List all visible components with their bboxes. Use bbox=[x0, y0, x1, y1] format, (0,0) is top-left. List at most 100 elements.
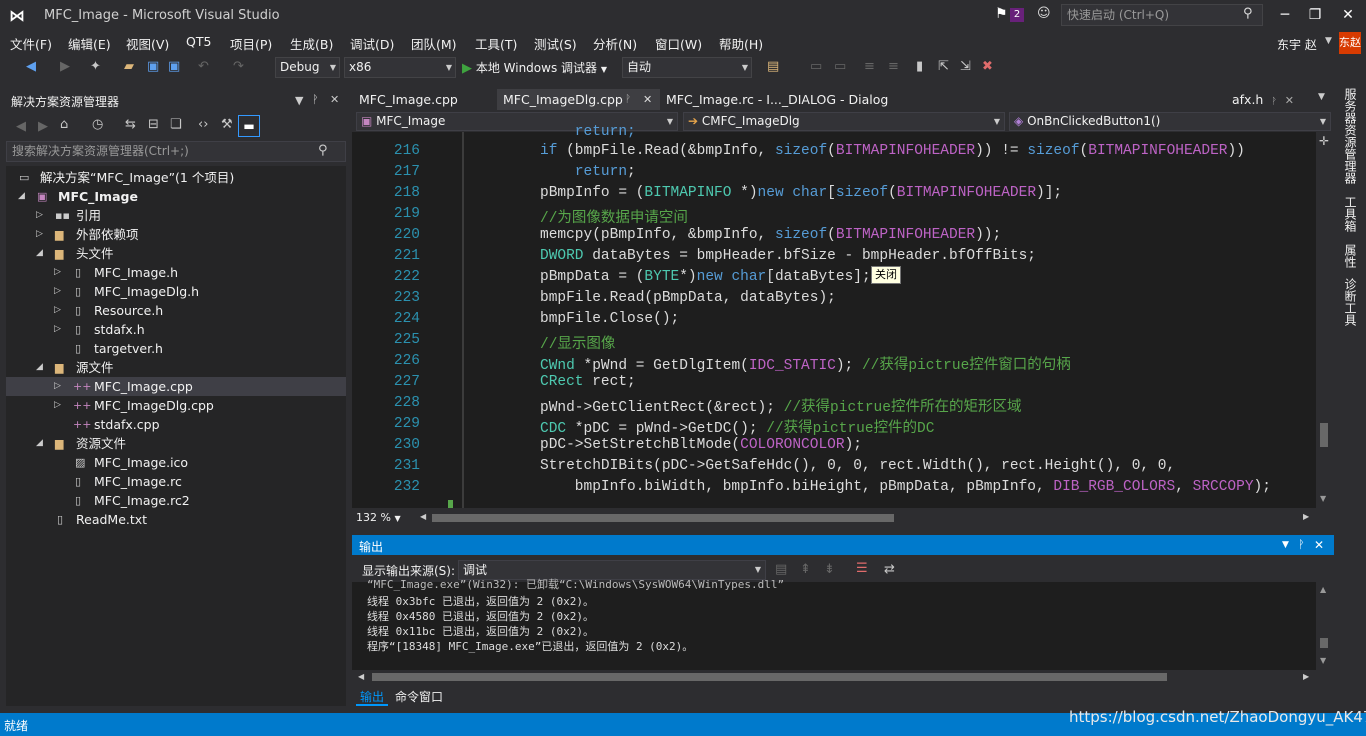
menu-build[interactable]: 生成(B) bbox=[290, 34, 333, 53]
menu-debug[interactable]: 调试(D) bbox=[350, 34, 394, 53]
pin-icon[interactable]: ᚹ bbox=[1298, 538, 1305, 551]
search-icon[interactable]: ⚲ bbox=[1243, 6, 1253, 21]
collapse-arrow-icon[interactable]: ▷ bbox=[36, 225, 43, 244]
prev-message-icon[interactable]: ⇞ bbox=[800, 562, 811, 577]
home-icon[interactable]: ⌂ bbox=[60, 117, 68, 132]
indent-icon[interactable]: ≡ bbox=[888, 59, 899, 74]
tree-item-file[interactable]: ▷ ▯ MFC_Image.h bbox=[6, 263, 346, 282]
tree-item-file[interactable]: ▯ MFC_Image.rc bbox=[6, 472, 346, 491]
member-select[interactable]: ◈ OnBnClickedButton1() ▼ bbox=[1009, 112, 1331, 131]
tree-item-file[interactable]: ▷ ▯ stdafx.h bbox=[6, 320, 346, 339]
scrollbar-thumb[interactable] bbox=[372, 673, 1167, 681]
clear-bookmarks-icon[interactable]: ✖ bbox=[982, 59, 993, 74]
expand-arrow-icon[interactable]: ◢ bbox=[18, 187, 25, 206]
platform-select[interactable]: x86 ▼ bbox=[344, 57, 456, 78]
outdent-icon[interactable]: ≡ bbox=[864, 59, 875, 74]
split-icon[interactable]: ✛ bbox=[1319, 134, 1329, 148]
scroll-up-icon[interactable]: ▲ bbox=[1320, 585, 1326, 594]
save-all-icon[interactable]: ▣ bbox=[168, 59, 180, 74]
show-all-files-icon[interactable]: ❏ bbox=[170, 117, 182, 132]
menu-test[interactable]: 测试(S) bbox=[534, 34, 577, 53]
collapse-arrow-icon[interactable]: ▷ bbox=[36, 206, 43, 225]
zoom-level[interactable]: 132 % ▼ bbox=[356, 511, 401, 524]
start-debugging-button[interactable]: ▶ 本地 Windows 调试器 ▼ bbox=[462, 59, 607, 76]
menu-team[interactable]: 团队(M) bbox=[411, 34, 457, 53]
solution-search-input[interactable]: 搜索解决方案资源管理器(Ctrl+;) bbox=[6, 141, 346, 162]
forward-icon[interactable]: ▶ bbox=[38, 119, 48, 134]
feedback-icon[interactable]: ☺ bbox=[1037, 6, 1051, 21]
tab-diagnostic-tools[interactable]: 诊断工具 bbox=[1342, 278, 1359, 326]
forward-icon[interactable]: ▶ bbox=[60, 59, 70, 74]
tab-mfc-image-cpp[interactable]: MFC_Image.cpp bbox=[353, 89, 464, 110]
undo-icon[interactable]: ↶ bbox=[198, 59, 209, 74]
scroll-left-icon[interactable]: ◀ bbox=[358, 672, 364, 681]
restore-button[interactable]: ❐ bbox=[1300, 4, 1330, 26]
tree-item-file[interactable]: ▷ ++ MFC_ImageDlg.cpp bbox=[6, 396, 346, 415]
tree-item-file[interactable]: ▯ targetver.h bbox=[6, 339, 346, 358]
tab-command-window[interactable]: 命令窗口 bbox=[391, 688, 447, 706]
tree-item-header-files[interactable]: ◢ ▆ 头文件 bbox=[6, 244, 346, 263]
close-window-button[interactable]: ✕ bbox=[1333, 4, 1363, 26]
tab-properties[interactable]: 属性 bbox=[1342, 244, 1359, 268]
panel-menu-icon[interactable]: ▼ bbox=[295, 94, 303, 107]
back-icon[interactable]: ◀ bbox=[16, 119, 26, 134]
pin-icon[interactable]: ᚹ bbox=[312, 93, 319, 106]
pin-icon[interactable]: ᚹ bbox=[1271, 97, 1276, 107]
tree-item-project[interactable]: ◢ ▣ MFC_Image bbox=[6, 187, 346, 206]
back-icon[interactable]: ◀ bbox=[26, 59, 36, 74]
find-in-files-icon[interactable]: ▤ bbox=[767, 59, 779, 74]
tree-item-resource-files[interactable]: ◢ ▆ 资源文件 bbox=[6, 434, 346, 453]
uncomment-icon[interactable]: ▭ bbox=[834, 59, 846, 74]
collapse-arrow-icon[interactable]: ▷ bbox=[54, 263, 61, 282]
bookmark-icon[interactable]: ▮ bbox=[916, 59, 923, 74]
menu-file[interactable]: 文件(F) bbox=[10, 34, 52, 53]
preview-selected-icon[interactable]: ▬ bbox=[238, 115, 260, 137]
collapse-all-icon[interactable]: ⊟ bbox=[148, 117, 159, 132]
notification-flag-icon[interactable]: ⚑ bbox=[995, 6, 1008, 22]
close-icon[interactable]: ✕ bbox=[1285, 94, 1294, 107]
collapse-arrow-icon[interactable]: ▷ bbox=[54, 396, 61, 415]
panel-menu-icon[interactable]: ▼ bbox=[1282, 540, 1289, 550]
close-icon[interactable]: ✕ bbox=[643, 89, 652, 110]
chevron-down-icon[interactable]: ▼ bbox=[1325, 36, 1332, 46]
notification-count-badge[interactable]: 2 bbox=[1010, 8, 1024, 22]
save-icon[interactable]: ▣ bbox=[147, 59, 159, 74]
tree-item-source-files[interactable]: ◢ ▆ 源文件 bbox=[6, 358, 346, 377]
user-name[interactable]: 东宇 赵 bbox=[1277, 36, 1317, 53]
minimize-button[interactable]: ─ bbox=[1270, 4, 1300, 26]
close-icon[interactable]: ✕ bbox=[1314, 538, 1324, 552]
tree-item-file[interactable]: ▷ ▯ MFC_ImageDlg.h bbox=[6, 282, 346, 301]
scroll-right-icon[interactable]: ▶ bbox=[1303, 672, 1309, 681]
history-icon[interactable]: ◷ bbox=[92, 117, 103, 132]
scroll-right-icon[interactable]: ▶ bbox=[1303, 512, 1309, 521]
tab-afx-h[interactable]: afx.h ᚹ ✕ bbox=[1226, 89, 1300, 110]
tab-toolbox[interactable]: 工具箱 bbox=[1342, 196, 1359, 232]
tab-server-explorer[interactable]: 服务器资源管理器 bbox=[1342, 88, 1359, 184]
tree-item-solution[interactable]: ▭ 解决方案“MFC_Image”(1 个项目) bbox=[6, 168, 346, 187]
tree-item-file[interactable]: ▯ ReadMe.txt bbox=[6, 510, 346, 529]
menu-project[interactable]: 项目(P) bbox=[230, 34, 272, 53]
next-message-icon[interactable]: ⇟ bbox=[824, 562, 835, 577]
collapse-arrow-icon[interactable]: ▷ bbox=[54, 301, 61, 320]
collapse-arrow-icon[interactable]: ▷ bbox=[54, 320, 61, 339]
tree-item-external-deps[interactable]: ▷ ▆ 外部依赖项 bbox=[6, 225, 346, 244]
redo-icon[interactable]: ↷ bbox=[233, 59, 244, 74]
configuration-select[interactable]: Debug ▼ bbox=[275, 57, 340, 78]
scrollbar-thumb[interactable] bbox=[1320, 638, 1328, 648]
tree-item-file-selected[interactable]: ▷ ++ MFC_Image.cpp bbox=[6, 377, 346, 396]
sync-icon[interactable]: ⇆ bbox=[125, 117, 136, 132]
expand-arrow-icon[interactable]: ◢ bbox=[36, 434, 43, 453]
open-folder-icon[interactable]: ▰ bbox=[124, 59, 134, 74]
scroll-left-icon[interactable]: ◀ bbox=[420, 512, 426, 521]
find-message-icon[interactable]: ▤ bbox=[775, 562, 787, 577]
tree-item-file[interactable]: ▨ MFC_Image.ico bbox=[6, 453, 346, 472]
expand-arrow-icon[interactable]: ◢ bbox=[36, 244, 43, 263]
search-icon[interactable]: ⚲ bbox=[318, 143, 328, 158]
tab-output[interactable]: 输出 bbox=[356, 688, 389, 706]
view-code-icon[interactable]: ‹› bbox=[198, 117, 208, 132]
menu-window[interactable]: 窗口(W) bbox=[655, 34, 702, 53]
menu-qt5[interactable]: QT5 bbox=[186, 34, 211, 49]
tab-mfc-imagedlg-cpp[interactable]: MFC_ImageDlg.cpp ᚹ ✕ bbox=[497, 89, 660, 110]
word-wrap-icon[interactable]: ⇄ bbox=[884, 562, 895, 577]
prev-bookmark-icon[interactable]: ⇱ bbox=[938, 59, 949, 74]
